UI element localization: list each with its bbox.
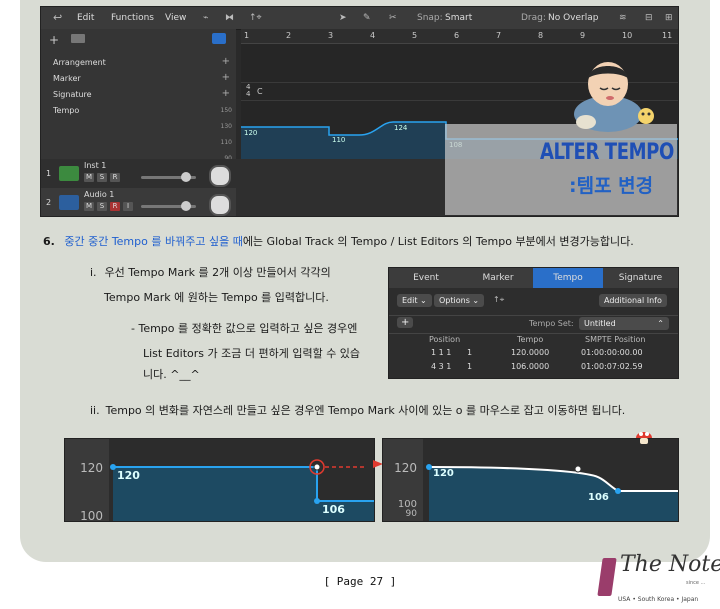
list-row[interactable]: 4 3 1 1 106.0000 01:00:07:02.59 [389,361,678,374]
overlay-title: ALTER TEMPO [540,140,674,165]
track-row-audio[interactable]: 2 Audio 1 M S R I [41,188,236,216]
tempo-value-3: 124 [394,124,408,132]
drag-select[interactable]: No Overlap [548,13,598,23]
additional-info-button[interactable]: Additional Info [599,294,667,307]
list-header-row: Position Tempo SMPTE Position [389,333,678,346]
tempo-value-1: 120 [244,129,258,137]
list-editor-tabs: Event Marker Tempo Signature [389,268,678,288]
tempo-axis: 120 100 [65,439,109,521]
tab-signature[interactable]: Signature [603,268,678,288]
note-line-2: List Editors 가 조금 더 편하게 입력할 수 있습 [143,347,361,360]
logo-regions: USA • South Korea • Japan [618,596,699,603]
catch-icon[interactable]: ↑⌖ [493,295,504,305]
tempo-set-select[interactable]: Untitled ⌃ [579,317,669,330]
pencil-tool-icon[interactable]: ✎ [363,13,371,23]
sub-i-line-1: i. 우선 Tempo Mark 를 2개 이상 만들어서 각각의 [90,266,331,279]
list-row[interactable]: 1 1 1 1 120.0000 01:00:00:00.00 [389,347,678,360]
tab-marker[interactable]: Marker [463,268,533,288]
sub-ii-line: ii. Tempo 의 변화를 자연스레 만들고 싶은 경우엔 Tempo Mar… [90,404,626,417]
pointer-tool-icon[interactable]: ➤ [339,13,347,23]
pan-knob[interactable] [209,194,231,216]
scissor-tool-icon[interactable]: ✂ [389,13,397,23]
global-tracks-toggle-icon[interactable] [212,33,226,44]
note-line-3: 니다. ^__^ [143,368,200,381]
add-icon[interactable]: + [397,317,414,328]
mute-button[interactable]: M [84,173,94,182]
logo-mark-icon [597,558,617,596]
global-track-headers: + Arrangement + Marker + Signature + Tempo … [41,29,236,162]
global-track-tempo[interactable]: Tempo [41,103,236,119]
view-menu[interactable]: View [165,13,186,23]
note-line-1: - Tempo 를 정확한 값으로 입력하고 싶은 경우엔 [131,322,358,335]
solo-button[interactable]: S [97,202,107,211]
tab-event[interactable]: Event [389,268,463,288]
the-note-logo: The Note since ... USA • South Korea • J… [597,548,720,606]
pan-knob[interactable] [209,165,231,187]
record-button[interactable]: R [110,173,120,182]
tempo-axis: 15013011090 [220,107,232,162]
global-track-arrangement[interactable]: Arrangement + [41,55,236,71]
volume-slider[interactable] [141,201,196,211]
tempo-axis: 120 100 90 [383,439,423,521]
tempo-before-screenshot: 120 100 120 106 [64,438,375,522]
tempo-value-end: 106 [588,492,609,503]
ruler[interactable]: 1 2 3 4 5 6 7 8 9 10 11 [241,29,678,44]
global-track-signature[interactable]: Signature + [41,87,236,103]
record-button[interactable]: R [110,202,120,211]
flex-icon[interactable]: ⧓ [225,13,234,23]
sub-i-line-2: Tempo Mark 에 원하는 Tempo 를 입력합니다. [104,291,329,304]
tempo-value-start: 120 [433,468,454,479]
drag-label: Drag: [521,13,546,23]
instrument-icon [59,166,79,181]
solo-button[interactable]: S [97,173,107,182]
plus-icon: + [221,56,230,67]
overlay-subtitle: :템포 변경 [569,175,654,197]
snap-select[interactable]: Smart [445,13,472,23]
zoom-icon[interactable]: ⊞ [665,13,673,23]
input-monitor-button[interactable]: I [123,202,133,211]
minion-mascot-illustration [574,62,654,132]
tempo-smooth-curve[interactable] [423,439,678,521]
waveform-zoom-icon[interactable]: ≋ [619,13,627,23]
time-signature: 44 [246,83,251,98]
tempo-after-screenshot: 120 100 90 120 106 [382,438,679,522]
logo-text: The Note [620,552,720,577]
mushroom-icon [636,432,652,444]
snap-label: Snap: [417,13,443,23]
logic-toolbar: ↩ Edit Functions View ⌁ ⧓ ↑⌖ ➤ ✎ ✂ Snap:… [41,7,678,30]
edit-menu-button[interactable]: Edit ⌄ [397,294,432,307]
list-editor-toolbar: Edit ⌄ Options ⌄ ↑⌖ Additional Info [389,292,678,310]
plus-icon: + [221,72,230,83]
mute-button[interactable]: M [84,202,94,211]
track-row-inst[interactable]: 1 Inst 1 M S R [41,159,236,187]
plus-icon: + [221,88,230,99]
tab-tempo[interactable]: Tempo [533,268,603,288]
edit-menu[interactable]: Edit [77,13,94,23]
back-arrow-icon[interactable]: ↩ [53,11,62,24]
list-editor-screenshot: Event Marker Tempo Signature Edit ⌄ Opti… [388,267,679,379]
add-track-icon[interactable]: + [49,33,59,47]
step-6-highlight: 중간 중간 Tempo 를 바꿔주고 싶을 때 [64,235,243,248]
tempo-set-label: Tempo Set: [529,319,574,328]
options-menu-button[interactable]: Options ⌄ [434,294,485,307]
global-track-marker[interactable]: Marker + [41,71,236,87]
fit-icon[interactable]: ⊟ [645,13,653,23]
track-view-icon[interactable] [71,34,85,43]
tempo-value-start: 120 [117,469,140,482]
functions-menu[interactable]: Functions [111,13,154,23]
volume-slider[interactable] [141,172,196,182]
step-6-text: 에는 Global Track 의 Tempo / List Editors 의… [242,235,634,248]
alter-tempo-overlay: ALTER TEMPO :템포 변경 [445,124,677,215]
catch-icon[interactable]: ↑⌖ [249,13,262,23]
tempo-set-row: + Tempo Set: Untitled ⌃ [389,315,678,332]
audio-waveform-icon [59,195,79,210]
step-6-line: 6. 중간 중간 Tempo 를 바꿔주고 싶을 때에는 Global Trac… [43,233,634,249]
curve-tool-icon[interactable]: ⌁ [203,13,208,23]
tempo-value-end: 106 [322,503,345,516]
tempo-value-2: 110 [332,136,346,144]
logo-tag: since ... [686,580,706,586]
step-number: 6. [43,235,55,248]
key-signature: C [257,87,263,96]
